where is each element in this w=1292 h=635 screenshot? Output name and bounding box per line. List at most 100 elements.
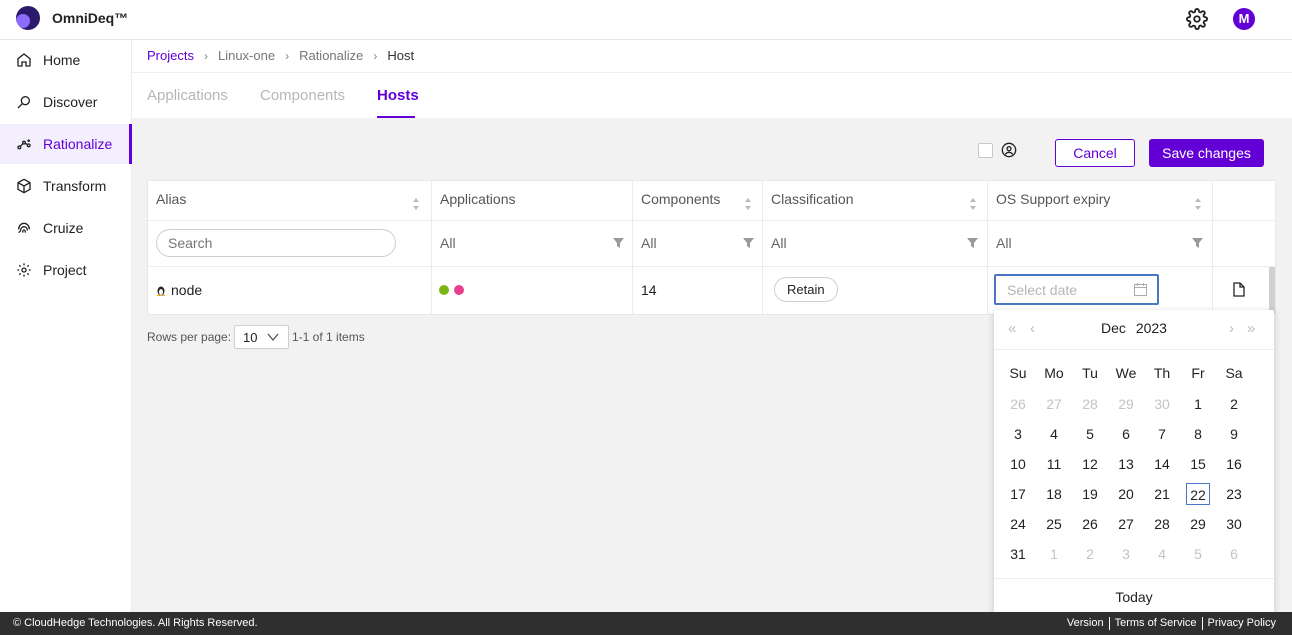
column-header-alias[interactable]: Alias: [156, 191, 186, 207]
filter-funnel-icon[interactable]: [1192, 238, 1203, 248]
calendar-day[interactable]: 13: [1114, 453, 1138, 475]
sidebar-item-project[interactable]: Project: [0, 250, 132, 290]
rows-per-page-select[interactable]: 10: [234, 325, 289, 349]
calendar-day[interactable]: 28: [1150, 513, 1174, 535]
calendar-day[interactable]: 5: [1078, 423, 1102, 445]
calendar-day[interactable]: 6: [1114, 423, 1138, 445]
calendar-month[interactable]: Dec: [1101, 320, 1126, 336]
classification-filter[interactable]: All: [771, 235, 787, 251]
os-support-date-input[interactable]: Select date: [994, 274, 1159, 305]
calendar-day-outside[interactable]: 30: [1150, 393, 1174, 415]
filter-funnel-icon[interactable]: [613, 238, 624, 248]
calendar-day[interactable]: 2: [1222, 393, 1246, 415]
alias-cell[interactable]: node: [171, 282, 202, 298]
calendar-day[interactable]: 3: [1006, 423, 1030, 445]
calendar-day[interactable]: 1: [1186, 393, 1210, 415]
sidebar-item-cruize[interactable]: Cruize: [0, 208, 132, 248]
tab-hosts[interactable]: Hosts: [377, 87, 419, 104]
today-button[interactable]: Today: [994, 589, 1274, 605]
breadcrumb-rationalize[interactable]: Rationalize: [299, 48, 363, 63]
os-support-filter[interactable]: All: [996, 235, 1012, 251]
breadcrumb-projects[interactable]: Projects: [147, 48, 194, 63]
application-dot[interactable]: [454, 285, 464, 295]
footer-link-version[interactable]: Version: [1062, 617, 1110, 630]
calendar-day-outside[interactable]: 4: [1150, 543, 1174, 565]
select-checkbox[interactable]: [978, 143, 993, 158]
calendar-day[interactable]: 19: [1078, 483, 1102, 505]
cancel-button[interactable]: Cancel: [1055, 139, 1135, 167]
calendar-year[interactable]: 2023: [1136, 320, 1167, 336]
calendar-day-outside[interactable]: 26: [1006, 393, 1030, 415]
calendar-day[interactable]: 14: [1150, 453, 1174, 475]
calendar-day[interactable]: 20: [1114, 483, 1138, 505]
calendar-day[interactable]: 24: [1006, 513, 1030, 535]
calendar-day[interactable]: 31: [1006, 543, 1030, 565]
applications-filter[interactable]: All: [440, 235, 456, 251]
calendar-day[interactable]: 18: [1042, 483, 1066, 505]
sort-icon[interactable]: [744, 197, 752, 211]
calendar-day-outside[interactable]: 6: [1222, 543, 1246, 565]
calendar-day[interactable]: 9: [1222, 423, 1246, 445]
calendar-day[interactable]: 17: [1006, 483, 1030, 505]
calendar-day-outside[interactable]: 27: [1042, 393, 1066, 415]
date-placeholder: Select date: [1007, 282, 1078, 298]
calendar-day-outside[interactable]: 3: [1114, 543, 1138, 565]
next-month-icon[interactable]: ›: [1229, 320, 1234, 337]
calendar-day[interactable]: 8: [1186, 423, 1210, 445]
user-circle-icon[interactable]: [1001, 142, 1017, 158]
calendar-day[interactable]: 26: [1078, 513, 1102, 535]
calendar-day[interactable]: 4: [1042, 423, 1066, 445]
footer-link-privacy[interactable]: Privacy Policy: [1203, 617, 1276, 630]
filter-funnel-icon[interactable]: [967, 238, 978, 248]
column-header-components[interactable]: Components: [641, 191, 720, 207]
calendar-day[interactable]: 16: [1222, 453, 1246, 475]
app-logo[interactable]: [16, 6, 40, 30]
calendar-day[interactable]: 25: [1042, 513, 1066, 535]
sidebar-item-discover[interactable]: Discover: [0, 82, 132, 122]
sidebar-item-label: Discover: [43, 94, 98, 110]
alias-search-input[interactable]: [156, 229, 396, 257]
calendar-day[interactable]: 29: [1186, 513, 1210, 535]
rows-per-page-label: Rows per page:: [147, 330, 232, 344]
filter-funnel-icon[interactable]: [743, 238, 754, 248]
calendar-day-outside[interactable]: 1: [1042, 543, 1066, 565]
footer-link-terms[interactable]: Terms of Service: [1110, 617, 1203, 630]
calendar-day-outside[interactable]: 2: [1078, 543, 1102, 565]
sort-icon[interactable]: [1194, 197, 1202, 211]
calendar-day[interactable]: 15: [1186, 453, 1210, 475]
calendar-day[interactable]: 22: [1186, 483, 1210, 505]
application-dot[interactable]: [439, 285, 449, 295]
sidebar-item-home[interactable]: Home: [0, 40, 132, 80]
home-icon: [17, 53, 31, 67]
calendar-day[interactable]: 10: [1006, 453, 1030, 475]
calendar-day-outside[interactable]: 5: [1186, 543, 1210, 565]
sidebar-item-rationalize[interactable]: Rationalize: [0, 124, 132, 164]
components-filter[interactable]: All: [641, 235, 657, 251]
sort-icon[interactable]: [969, 197, 977, 211]
calendar-day-outside[interactable]: 28: [1078, 393, 1102, 415]
calendar-day-outside[interactable]: 29: [1114, 393, 1138, 415]
user-avatar[interactable]: M: [1233, 8, 1255, 30]
sidebar-item-transform[interactable]: Transform: [0, 166, 132, 206]
document-icon[interactable]: [1233, 282, 1245, 297]
weekday-label: Su: [1009, 365, 1027, 381]
save-changes-button[interactable]: Save changes: [1149, 139, 1264, 167]
breadcrumb-linux-one[interactable]: Linux-one: [218, 48, 275, 63]
calendar-day[interactable]: 27: [1114, 513, 1138, 535]
table-scrollbar[interactable]: [1269, 267, 1275, 314]
column-header-classification[interactable]: Classification: [771, 191, 853, 207]
calendar-day[interactable]: 11: [1042, 453, 1066, 475]
column-header-applications[interactable]: Applications: [440, 191, 516, 207]
column-header-os-support-expiry[interactable]: OS Support expiry: [996, 191, 1110, 207]
classification-badge[interactable]: Retain: [774, 277, 838, 302]
calendar-day[interactable]: 30: [1222, 513, 1246, 535]
settings-gear-icon[interactable]: [1186, 8, 1208, 30]
sort-icon[interactable]: [412, 197, 420, 211]
calendar-day[interactable]: 21: [1150, 483, 1174, 505]
tab-applications[interactable]: Applications: [147, 87, 228, 104]
tab-components[interactable]: Components: [260, 87, 345, 104]
next-year-icon[interactable]: »: [1247, 320, 1255, 337]
calendar-day[interactable]: 7: [1150, 423, 1174, 445]
calendar-day[interactable]: 12: [1078, 453, 1102, 475]
calendar-day[interactable]: 23: [1222, 483, 1246, 505]
